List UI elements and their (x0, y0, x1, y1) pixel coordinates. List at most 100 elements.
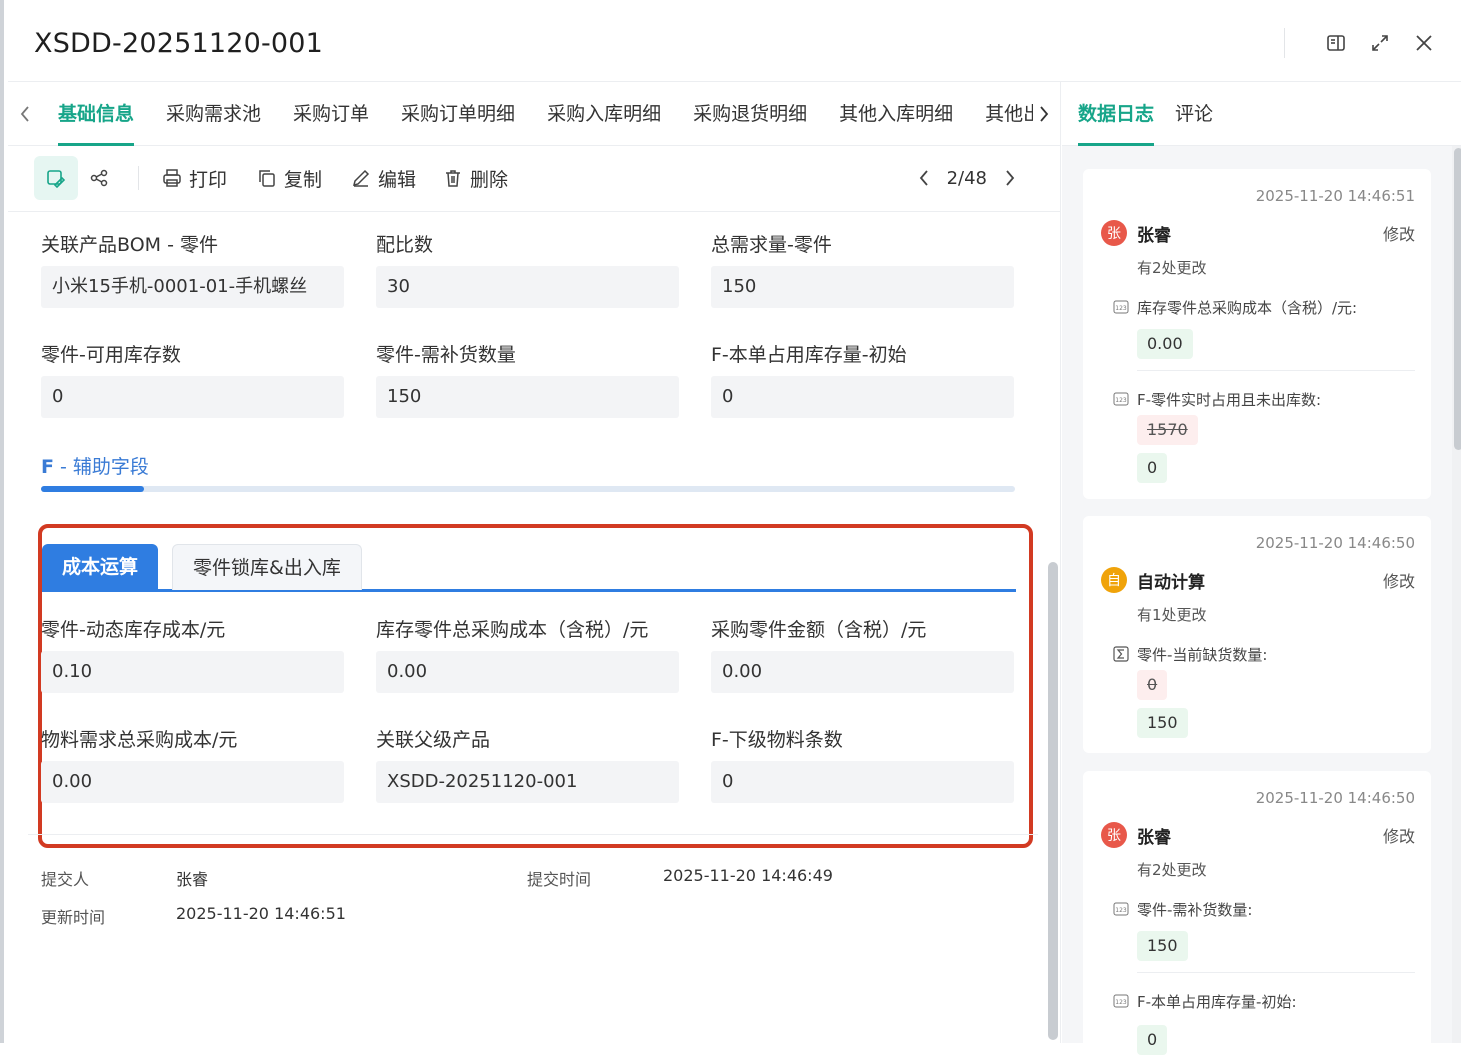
field-dynamic-stock-cost[interactable]: 零件-动态库存成本/元 0.10 (41, 617, 344, 693)
change-divider (1137, 972, 1415, 973)
field-label: 关联父级产品 (376, 729, 491, 751)
subtab-bar: 成本运算 零件锁库&出入库 (42, 544, 1016, 592)
tab-purchase-inbound-detail[interactable]: 采购入库明细 (547, 82, 661, 146)
field-label: F-下级物料条数 (711, 729, 843, 751)
print-button[interactable]: 打印 (161, 156, 227, 200)
new-value-chip: 0 (1137, 453, 1168, 483)
tab-comments[interactable]: 评论 (1175, 82, 1213, 146)
field-label: 关联产品BOM - 零件 (41, 234, 218, 256)
submit-time-label: 提交时间 (527, 870, 592, 889)
field-available-stock[interactable]: 零件-可用库存数 0 (41, 342, 344, 418)
section-prefix: F (41, 456, 54, 478)
delete-button[interactable]: 删除 (442, 156, 508, 200)
tab-bar: 基础信息 采购需求池 采购订单 采购订单明细 采购入库明细 采购退货明细 其他入库明细 其他出 (8, 82, 1061, 146)
svg-text:123: 123 (1115, 907, 1127, 914)
view-mode-button[interactable] (34, 156, 78, 200)
new-value-chip: 150 (1137, 708, 1188, 738)
record-pager: 2/48 (913, 156, 1021, 200)
field-bom-part[interactable]: 关联产品BOM - 零件 小米15手机-0001-01-手机螺丝 (41, 232, 344, 308)
submitter-value: 张睿 (176, 870, 209, 889)
field-value: 0 (711, 761, 1014, 803)
tab-scroll-right-icon[interactable] (1033, 100, 1055, 128)
log-change-count: 有2处更改 (1137, 861, 1207, 879)
toolbar: 打印 复制 编辑 删除 2/48 (8, 146, 1061, 212)
tab-purchase-return-detail[interactable]: 采购退货明细 (693, 82, 807, 146)
tab-data-log[interactable]: 数据日志 (1078, 82, 1155, 146)
change-divider (1137, 370, 1415, 371)
svg-text:123: 123 (1115, 397, 1127, 404)
copy-label: 复制 (284, 168, 323, 191)
tab-basic-info[interactable]: 基础信息 (58, 82, 135, 146)
avatar: 张 (1101, 822, 1127, 848)
log-action: 修改 (1382, 225, 1415, 244)
field-label: 零件-动态库存成本/元 (41, 619, 226, 641)
expand-icon[interactable] (1365, 28, 1395, 58)
field-label: 零件-可用库存数 (41, 344, 181, 366)
tab-purchase-order[interactable]: 采购订单 (293, 82, 369, 146)
section-title-text: - 辅助字段 (53, 456, 149, 478)
subtab-part-lock[interactable]: 零件锁库&出入库 (172, 544, 362, 590)
avatar: 张 (1101, 220, 1127, 246)
log-card: 2025-11-20 14:46:50 张 张睿 修改 有2处更改 123 零件… (1083, 771, 1431, 1061)
field-ratio[interactable]: 配比数 30 (376, 232, 679, 308)
new-value-chip: 0 (1137, 1025, 1168, 1055)
copy-icon (256, 167, 278, 189)
field-value: XSDD-20251120-001 (376, 761, 679, 803)
field-label: 总需求量-零件 (711, 234, 832, 256)
section-title[interactable]: F - 辅助字段 (41, 452, 149, 479)
field-material-total-cost[interactable]: 物料需求总采购成本/元 0.00 (41, 727, 344, 803)
edit-label: 编辑 (378, 168, 417, 191)
tab-purchase-order-detail[interactable]: 采购订单明细 (401, 82, 515, 146)
tab-purchase-demand-pool[interactable]: 采购需求池 (166, 82, 261, 146)
log-field-name: F-本单占用库存量-初始: (1137, 993, 1297, 1011)
tab-other-outbound[interactable]: 其他出 (985, 82, 1033, 146)
field-label: 库存零件总采购成本（含税）/元 (376, 619, 649, 641)
number-field-icon: 123 (1113, 300, 1129, 314)
copy-button[interactable]: 复制 (256, 156, 322, 200)
submit-time-value: 2025-11-20 14:46:49 (663, 866, 833, 885)
field-initial-occupied[interactable]: F-本单占用库存量-初始 0 (711, 342, 1014, 418)
field-value: 0 (711, 376, 1014, 418)
prev-record-icon[interactable] (913, 167, 935, 189)
pager-text: 2/48 (946, 167, 987, 189)
field-restock-qty[interactable]: 零件-需补货数量 150 (376, 342, 679, 418)
update-time-value: 2025-11-20 14:46:51 (176, 904, 346, 923)
log-action: 修改 (1382, 827, 1415, 846)
field-label: 采购零件金额（含税）/元 (711, 619, 927, 641)
share-icon (88, 167, 110, 189)
field-label: 零件-需补货数量 (376, 344, 516, 366)
field-stock-total-cost[interactable]: 库存零件总采购成本（含税）/元 0.00 (376, 617, 679, 693)
field-purchase-amount[interactable]: 采购零件金额（含税）/元 0.00 (711, 617, 1014, 693)
new-value-chip: 0.00 (1137, 329, 1193, 359)
sidebar-panel-icon[interactable] (1321, 28, 1351, 58)
field-label: F-本单占用库存量-初始 (711, 344, 907, 366)
field-value: 150 (376, 376, 679, 418)
title-bar: XSDD-20251120-001 (8, 0, 1461, 82)
toolbar-divider (138, 166, 139, 190)
close-icon[interactable] (1409, 28, 1439, 58)
svg-text:123: 123 (1115, 999, 1127, 1006)
main-scrollbar[interactable] (1048, 562, 1058, 1040)
sum-field-icon (1113, 646, 1129, 662)
log-user: 自动计算 (1137, 573, 1205, 593)
log-card: 2025-11-20 14:46:51 张 张睿 修改 有2处更改 123 库存… (1083, 169, 1431, 499)
activity-tabs: 数据日志 评论 (1062, 82, 1461, 146)
tab-other-inbound-detail[interactable]: 其他入库明细 (839, 82, 953, 146)
share-button[interactable] (88, 156, 116, 200)
tab-scroll-left-icon[interactable] (14, 100, 36, 128)
activity-scrollbar[interactable] (1452, 146, 1461, 1043)
activity-scroll-thumb[interactable] (1454, 148, 1461, 450)
record-title: XSDD-20251120-001 (34, 28, 324, 59)
log-user: 张睿 (1137, 226, 1171, 246)
submitter-label: 提交人 (41, 870, 90, 889)
edit-button[interactable]: 编辑 (350, 156, 416, 200)
field-child-count[interactable]: F-下级物料条数 0 (711, 727, 1014, 803)
next-record-icon[interactable] (999, 167, 1021, 189)
field-total-demand[interactable]: 总需求量-零件 150 (711, 232, 1014, 308)
field-label: 配比数 (376, 234, 434, 256)
title-tools (1284, 28, 1439, 58)
field-parent-product[interactable]: 关联父级产品 XSDD-20251120-001 (376, 727, 679, 803)
subtab-cost-calc[interactable]: 成本运算 (42, 544, 159, 590)
field-value: 30 (376, 266, 679, 308)
title-tools-divider (1284, 28, 1285, 58)
